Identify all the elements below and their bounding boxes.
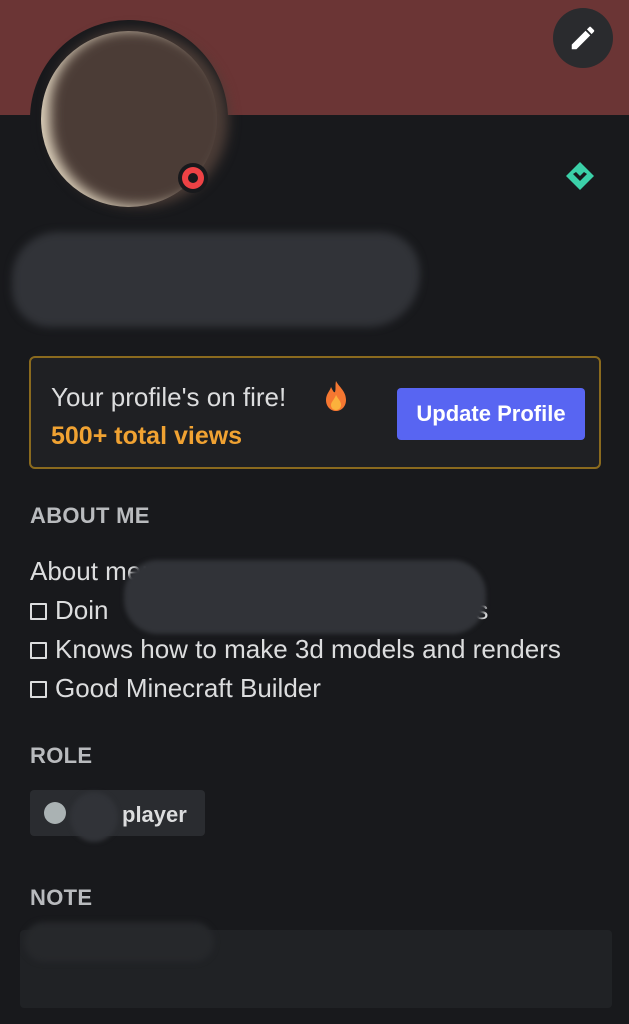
about-line-text: Knows how to make 3d models and renders (55, 634, 561, 664)
note-redaction (24, 922, 214, 962)
fire-icon (326, 381, 346, 411)
edit-profile-button[interactable] (553, 8, 613, 68)
username-redaction (12, 232, 420, 327)
nitro-boost-badge-icon[interactable] (564, 160, 596, 192)
update-profile-button[interactable]: Update Profile (397, 388, 585, 440)
note-heading: NOTE (30, 885, 93, 910)
pencil-icon (571, 26, 595, 50)
do-not-disturb-status-icon (178, 163, 208, 193)
role-heading: ROLE (30, 743, 93, 768)
about-line-text: Doin (55, 595, 109, 625)
about-line-text: Good Minecraft Builder (55, 673, 321, 703)
checkbox-icon (30, 681, 47, 698)
about-me-redaction (124, 560, 486, 634)
note-input[interactable] (20, 922, 612, 1008)
about-line: Good Minecraft Builder (30, 669, 561, 708)
role-redaction (70, 792, 118, 842)
about-me-heading: ABOUT ME (30, 503, 150, 528)
profile-views-count: 500+ total views (51, 422, 243, 450)
profile-views-title: Your profile's on fire! (51, 382, 287, 412)
about-line: Knows how to make 3d models and renders (30, 630, 561, 669)
role-name: player (122, 802, 187, 827)
role-color-dot (44, 802, 66, 824)
checkbox-icon (30, 603, 47, 620)
role-pill[interactable]: player (30, 790, 205, 842)
checkbox-icon (30, 642, 47, 659)
profile-views-card: Your profile's on fire! 500+ total views… (29, 356, 601, 469)
